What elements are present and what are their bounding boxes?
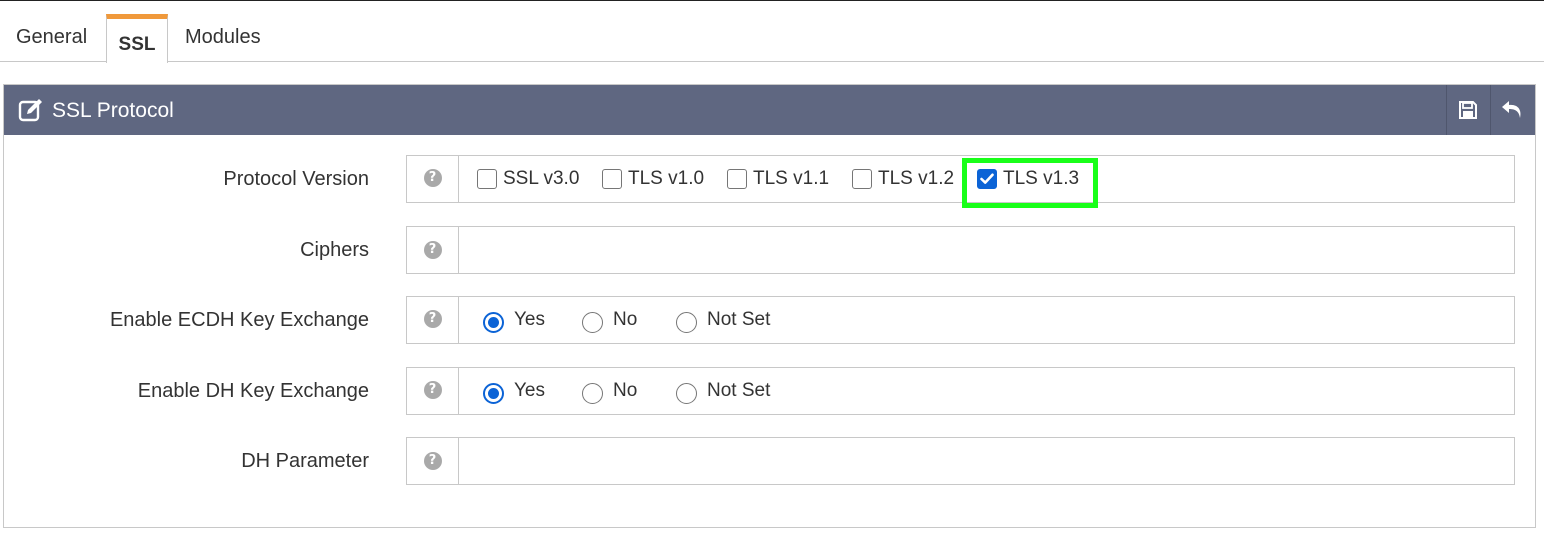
checkbox-tls-v1-2[interactable] xyxy=(852,169,872,189)
ecdh-option-not-set[interactable]: Not Set xyxy=(676,297,770,343)
undo-icon xyxy=(1502,101,1521,118)
edit-icon xyxy=(18,99,42,122)
checkmark-icon xyxy=(980,173,994,184)
protocol-option-ssl-v3[interactable]: SSL v3.0 xyxy=(477,156,579,202)
protocol-option-tls-v1-3[interactable]: TLS v1.3 xyxy=(977,156,1079,202)
panel-header: SSL Protocol xyxy=(4,85,1535,135)
option-label: No xyxy=(613,309,638,330)
checkbox-tls-v1-1[interactable] xyxy=(727,169,747,189)
dh-option-not-set[interactable]: Not Set xyxy=(676,368,770,414)
protocol-version-field: ? SSL v3.0 TLS v1.0 TLS v1.1 TLS v1.2 TL… xyxy=(406,155,1515,203)
radio-ecdh-not-set[interactable] xyxy=(676,311,697,333)
ecdh-field: ? Yes No Not Set xyxy=(406,296,1515,344)
ecdh-help[interactable]: ? xyxy=(407,297,459,343)
radio-dh-not-set[interactable] xyxy=(676,382,697,404)
row-ecdh: Enable ECDH Key Exchange ? Yes No Not Se… xyxy=(4,296,1535,344)
question-icon: ? xyxy=(423,380,442,399)
ssl-protocol-panel: SSL Protocol Protocol Version ? SSL v3.0 xyxy=(3,84,1536,528)
ecdh-option-yes[interactable]: Yes xyxy=(483,297,545,343)
option-label: TLS v1.3 xyxy=(1003,168,1080,189)
protocol-version-label: Protocol Version xyxy=(223,168,369,190)
option-label: Not Set xyxy=(707,309,771,330)
panel-title: SSL Protocol xyxy=(52,99,174,122)
option-label: Yes xyxy=(514,309,545,330)
checkbox-tls-v1-3[interactable] xyxy=(977,169,997,189)
row-dh: Enable DH Key Exchange ? Yes No Not Set xyxy=(4,367,1535,415)
radio-ecdh-no[interactable] xyxy=(582,311,603,333)
option-label: TLS v1.1 xyxy=(753,168,830,189)
option-label: SSL v3.0 xyxy=(503,168,580,189)
question-icon: ? xyxy=(423,168,442,187)
save-icon xyxy=(1459,101,1477,119)
question-icon: ? xyxy=(423,452,442,470)
radio-ecdh-yes[interactable] xyxy=(483,311,504,333)
dh-option-yes[interactable]: Yes xyxy=(483,368,545,414)
tab-general[interactable]: General xyxy=(0,14,106,62)
checkbox-ssl-v3[interactable] xyxy=(477,169,497,189)
option-label: Not Set xyxy=(707,380,771,401)
dh-parameter-field: ? xyxy=(406,437,1515,485)
checkbox-tls-v1-0[interactable] xyxy=(602,169,622,189)
radio-dh-no[interactable] xyxy=(582,382,603,404)
row-protocol-version: Protocol Version ? SSL v3.0 TLS v1.0 TLS… xyxy=(4,155,1535,203)
dh-parameter-help[interactable]: ? xyxy=(407,438,459,484)
undo-button[interactable] xyxy=(1490,85,1535,135)
row-dh-parameter: DH Parameter ? xyxy=(4,437,1535,485)
question-icon: ? xyxy=(423,241,442,259)
radio-dh-yes[interactable] xyxy=(483,382,504,404)
ciphers-field: ? xyxy=(406,226,1515,274)
tab-bar: General SSL Modules xyxy=(0,0,1544,63)
option-label: Yes xyxy=(514,380,545,401)
dh-label: Enable DH Key Exchange xyxy=(137,380,369,402)
save-button[interactable] xyxy=(1446,85,1489,135)
question-icon: ? xyxy=(423,309,442,328)
protocol-option-tls-v1-2[interactable]: TLS v1.2 xyxy=(852,156,954,202)
protocol-option-tls-v1-0[interactable]: TLS v1.0 xyxy=(602,156,704,202)
option-label: TLS v1.2 xyxy=(878,168,955,189)
dh-field: ? Yes No Not Set xyxy=(406,367,1515,415)
option-label: No xyxy=(613,380,638,401)
protocol-version-help[interactable]: ? xyxy=(407,156,459,202)
ciphers-label: Ciphers xyxy=(300,239,369,261)
row-ciphers: Ciphers ? xyxy=(4,226,1535,274)
ecdh-label: Enable ECDH Key Exchange xyxy=(109,309,369,331)
ecdh-option-no[interactable]: No xyxy=(582,297,637,343)
ciphers-help[interactable]: ? xyxy=(407,227,459,273)
dh-help[interactable]: ? xyxy=(407,368,459,414)
protocol-option-tls-v1-1[interactable]: TLS v1.1 xyxy=(727,156,829,202)
option-label: TLS v1.0 xyxy=(628,168,705,189)
dh-option-no[interactable]: No xyxy=(582,368,637,414)
dh-parameter-input[interactable] xyxy=(460,438,1514,484)
tab-modules[interactable]: Modules xyxy=(168,14,288,62)
ciphers-input[interactable] xyxy=(460,227,1514,273)
tab-ssl[interactable]: SSL xyxy=(106,14,168,63)
dh-parameter-label: DH Parameter xyxy=(241,450,369,472)
